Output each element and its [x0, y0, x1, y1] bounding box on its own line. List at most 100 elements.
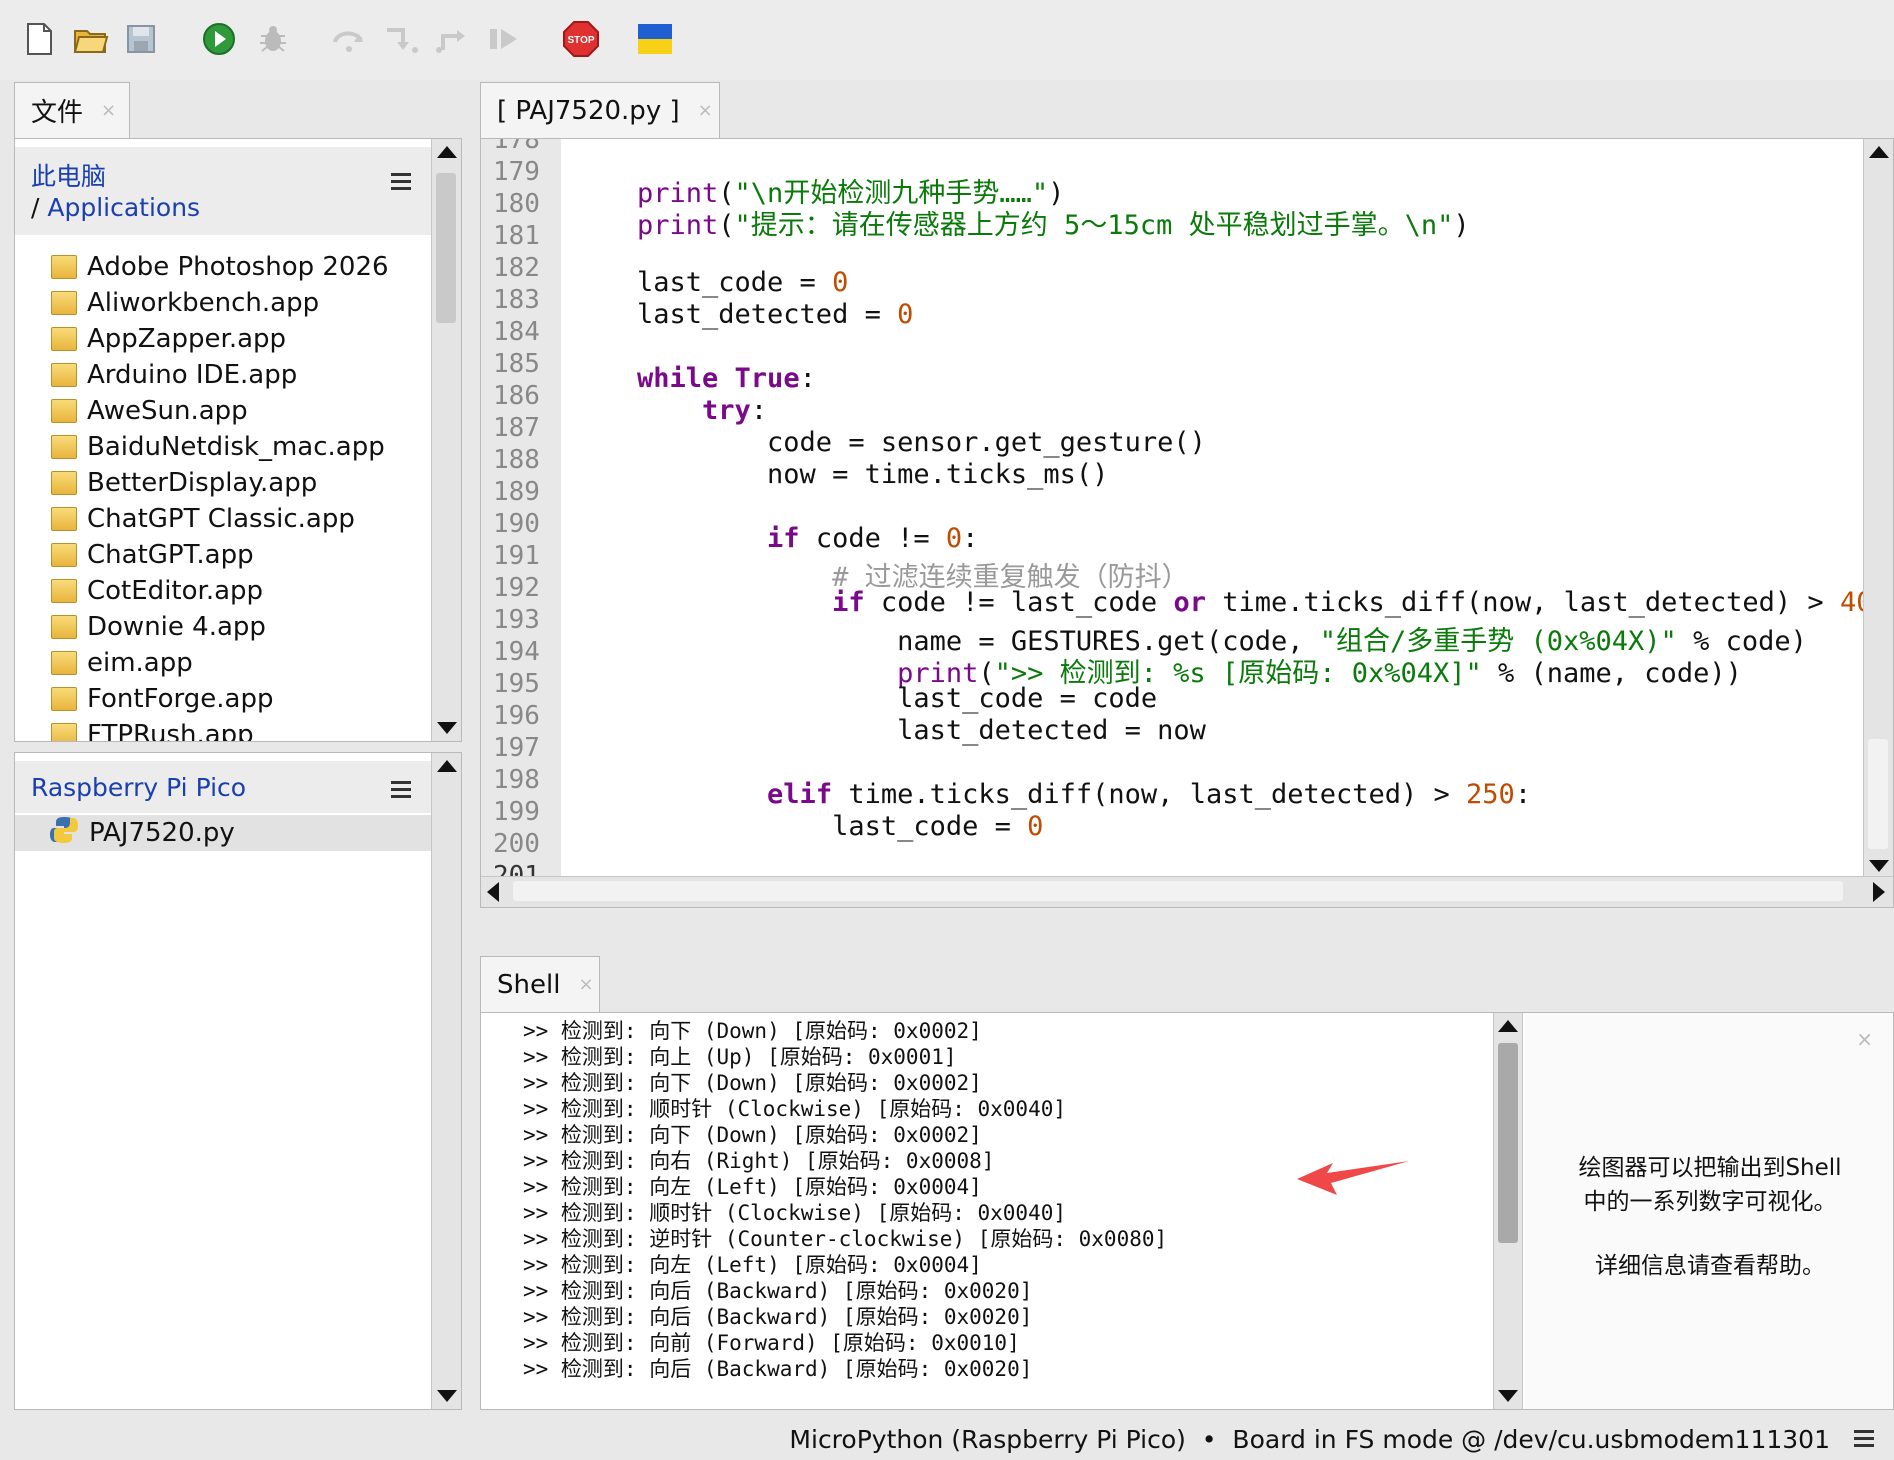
scroll-up-icon[interactable]: [1864, 139, 1893, 165]
list-item-label: ChatGPT Classic.app: [87, 504, 355, 534]
list-item[interactable]: PAJ7520.py: [15, 815, 433, 851]
code-line-192: if code != last_code or time.ticks_diff(…: [832, 587, 1873, 618]
tab-shell[interactable]: Shell ×: [480, 956, 600, 1012]
scroll-thumb[interactable]: [1868, 739, 1888, 849]
list-item[interactable]: AppZapper.app: [15, 321, 461, 357]
tab-editor-close[interactable]: ×: [698, 100, 713, 121]
list-item[interactable]: Adobe Photoshop 2026: [15, 249, 461, 285]
expand-triangle-icon[interactable]: [23, 688, 37, 710]
line-number: 196: [493, 701, 540, 731]
debug-icon[interactable]: [252, 18, 294, 60]
run-icon[interactable]: [198, 18, 240, 60]
code-editor[interactable]: 178 179 180 181 182 183 184 185 186 187 188 189 190 1…: [480, 138, 1894, 908]
file-browser-scrollbar[interactable]: [431, 139, 461, 741]
save-icon[interactable]: [120, 18, 162, 60]
expand-triangle-icon[interactable]: [23, 580, 37, 602]
scroll-down-icon[interactable]: [432, 1383, 461, 1409]
scroll-up-icon[interactable]: [432, 753, 461, 779]
scroll-thumb[interactable]: [1498, 1043, 1518, 1243]
shell-output[interactable]: >> 检测到: 向下 (Down) [原始码: 0x0002] >> 检测到: 向…: [481, 1013, 1491, 1409]
list-item-label: Aliworkbench.app: [87, 288, 320, 318]
step-over-icon[interactable]: [328, 18, 370, 60]
expand-triangle-icon[interactable]: [23, 472, 37, 494]
line-gutter: 178 179 180 181 182 183 184 185 186 187 188 189 190 1…: [481, 139, 561, 907]
list-item[interactable]: eim.app: [15, 645, 461, 681]
list-item[interactable]: FTPRush.app: [15, 717, 461, 741]
expand-triangle-icon[interactable]: [23, 364, 37, 386]
code-line-196: last_detected = now: [637, 715, 1206, 746]
list-item-label: BetterDisplay.app: [87, 468, 318, 498]
expand-triangle-icon[interactable]: [23, 724, 37, 741]
list-item[interactable]: ChatGPT Classic.app: [15, 501, 461, 537]
step-into-icon[interactable]: [380, 18, 422, 60]
editor-hscrollbar[interactable]: [481, 876, 1893, 907]
tab-editor[interactable]: [ PAJ7520.py ] ×: [480, 82, 720, 138]
expand-triangle-icon[interactable]: [23, 436, 37, 458]
status-menu-icon[interactable]: [1854, 1430, 1874, 1447]
plotter-close-icon[interactable]: ×: [1856, 1027, 1873, 1051]
annotation-arrow-icon: [1297, 1161, 1409, 1195]
folder-icon: [51, 579, 77, 603]
expand-triangle-icon[interactable]: [23, 328, 37, 350]
code-line-198: elif time.ticks_diff(now, last_detected)…: [767, 779, 1532, 810]
status-bar: MicroPython (Raspberry Pi Pico) • Board …: [789, 1425, 1830, 1454]
list-item-label: Downie 4.app: [87, 612, 266, 642]
tab-files-close[interactable]: ×: [101, 100, 116, 121]
scroll-down-icon[interactable]: [1494, 1383, 1522, 1409]
menu-icon[interactable]: [391, 781, 411, 798]
expand-triangle-icon[interactable]: [23, 544, 37, 566]
step-out-icon[interactable]: [432, 18, 474, 60]
list-item-label: eim.app: [87, 648, 193, 678]
status-text[interactable]: MicroPython (Raspberry Pi Pico) • Board …: [789, 1425, 1830, 1454]
svg-text:STOP: STOP: [567, 35, 594, 46]
device-scrollbar[interactable]: [431, 753, 461, 1409]
list-item-label: FontForge.app: [87, 684, 274, 714]
folder-icon: [51, 327, 77, 351]
file-browser-device: Raspberry Pi Pico PAJ7520.py: [14, 752, 462, 1410]
list-item[interactable]: BetterDisplay.app: [15, 465, 461, 501]
scroll-up-icon[interactable]: [432, 139, 461, 165]
expand-triangle-icon[interactable]: [23, 256, 37, 278]
expand-triangle-icon[interactable]: [23, 508, 37, 530]
scroll-down-icon[interactable]: [432, 715, 461, 741]
editor-vscrollbar[interactable]: [1863, 139, 1893, 879]
line-number: 187: [493, 413, 540, 443]
breadcrumb-applications[interactable]: Applications: [47, 193, 200, 222]
scroll-up-icon[interactable]: [1494, 1013, 1522, 1039]
stop-icon[interactable]: STOP: [560, 18, 602, 60]
list-item[interactable]: AweSun.app: [15, 393, 461, 429]
scroll-right-icon[interactable]: [1873, 882, 1885, 902]
list-item[interactable]: BaiduNetdisk_mac.app: [15, 429, 461, 465]
folder-icon: [51, 687, 77, 711]
device-title[interactable]: Raspberry Pi Pico: [31, 773, 246, 802]
expand-triangle-icon[interactable]: [23, 400, 37, 422]
folder-icon: [51, 399, 77, 423]
breadcrumb[interactable]: / Applications: [31, 193, 200, 222]
computer-title[interactable]: 此电脑: [31, 157, 106, 193]
list-item[interactable]: Downie 4.app: [15, 609, 461, 645]
scroll-thumb[interactable]: [513, 881, 1843, 901]
expand-triangle-icon[interactable]: [23, 652, 37, 674]
line-number: 194: [493, 637, 540, 667]
list-item[interactable]: Arduino IDE.app: [15, 357, 461, 393]
list-item[interactable]: FontForge.app: [15, 681, 461, 717]
scroll-thumb[interactable]: [436, 173, 456, 323]
expand-triangle-icon[interactable]: [23, 616, 37, 638]
toolbar: STOP: [0, 0, 1894, 80]
open-folder-icon[interactable]: [70, 18, 112, 60]
list-item[interactable]: Aliworkbench.app: [15, 285, 461, 321]
tab-shell-close[interactable]: ×: [578, 974, 593, 995]
tab-files[interactable]: 文件 ×: [14, 82, 130, 138]
shell-scrollbar[interactable]: [1493, 1013, 1523, 1409]
code-line-199: last_code = 0: [637, 811, 1044, 842]
line-number: 186: [493, 381, 540, 411]
menu-icon[interactable]: [391, 173, 411, 190]
scroll-left-icon[interactable]: [487, 882, 499, 902]
list-item[interactable]: CotEditor.app: [15, 573, 461, 609]
expand-triangle-icon[interactable]: [23, 292, 37, 314]
list-item[interactable]: ChatGPT.app: [15, 537, 461, 573]
new-file-icon[interactable]: [18, 18, 60, 60]
shell-panel: >> 检测到: 向下 (Down) [原始码: 0x0002] >> 检测到: 向…: [480, 1012, 1894, 1410]
list-item-label: Arduino IDE.app: [87, 360, 298, 390]
resume-icon[interactable]: [484, 18, 526, 60]
